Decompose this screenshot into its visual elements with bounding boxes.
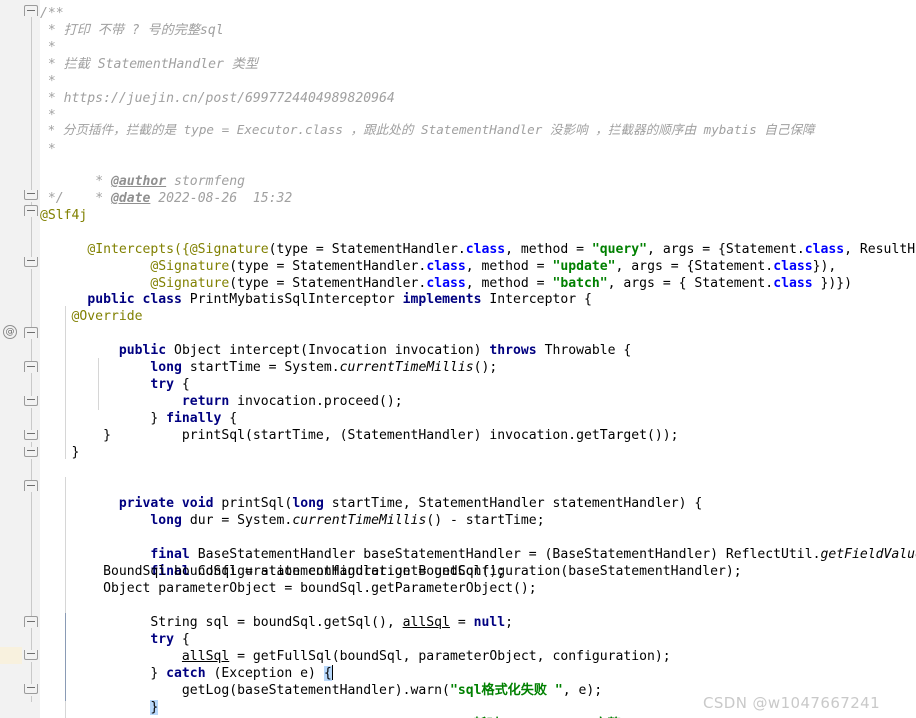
- code-folding-column[interactable]: [22, 0, 40, 718]
- code-line-text: * 拦截 StatementHandler 类型: [40, 57, 258, 72]
- caret-line-gutter-highlight: [0, 647, 22, 664]
- code-editor[interactable]: @ /** * 打印 不带 ? 号的完整sql * * 拦截 Statement…: [0, 0, 916, 718]
- code-line[interactable]: try {: [40, 614, 916, 647]
- code-line[interactable]: @Signature(type = StatementHandler.class…: [40, 258, 916, 291]
- code-line-text: * 分页插件，拦截的是 type = Executor.class ，跟此处的 …: [40, 122, 815, 137]
- code-line[interactable]: } finally {: [40, 393, 916, 426]
- code-line[interactable]: * https://juejin.cn/post/699772440498982…: [40, 90, 916, 107]
- code-line[interactable]: * @author stormfeng: [40, 156, 916, 189]
- code-line[interactable]: @Override: [40, 308, 916, 325]
- code-line[interactable]: * 拦截 StatementHandler 类型: [40, 56, 916, 73]
- class-name: PrintMybatisSqlInterceptor: [181, 292, 403, 307]
- code-line-text: *: [40, 40, 56, 55]
- code-line[interactable]: private void printSql(long startTime, St…: [40, 478, 916, 511]
- code-line[interactable]: String sql = boundSql.getSql(), allSql =…: [40, 597, 916, 630]
- var-decl: dur = System.: [181, 513, 293, 528]
- code-line[interactable]: printSql(startTime, (StatementHandler) i…: [40, 410, 916, 443]
- code-line[interactable]: @Intercepts({@Signature(type = Statement…: [40, 224, 916, 257]
- code-line[interactable]: getLog(baseStatementHandler).warn("sql格式…: [40, 665, 916, 698]
- fold-marker-printsql-method[interactable]: [24, 480, 39, 492]
- static-method-call: currentTimeMillis: [292, 513, 427, 528]
- code-line-text: Object parameterObject = boundSql.getPar…: [40, 581, 537, 596]
- code-line-text: BoundSql boundSql = statementHandler.get…: [40, 564, 506, 579]
- code-line[interactable]: allSql = getFullSql(boundSql, parameterO…: [40, 631, 916, 664]
- code-line[interactable]: try {: [40, 359, 916, 392]
- keyword-public: public class: [87, 292, 182, 307]
- fold-marker-catch-block[interactable]: [24, 650, 39, 662]
- fold-marker-javadoc-end[interactable]: [24, 190, 39, 202]
- override-method-icon[interactable]: @: [3, 325, 17, 339]
- csdn-watermark: CSDN @w1047667241: [703, 694, 881, 712]
- code-line-active[interactable]: } catch (Exception e) {: [40, 648, 916, 681]
- code-line[interactable]: *: [40, 39, 916, 56]
- annotation-slf4j: @Slf4j: [40, 208, 88, 223]
- code-line[interactable]: long dur = System.currentTimeMillis() - …: [40, 495, 916, 528]
- fold-marker-try-block[interactable]: [24, 361, 39, 373]
- code-line-text: }: [40, 428, 111, 443]
- interface-name: Interceptor {: [481, 292, 592, 307]
- code-line[interactable]: */: [40, 190, 916, 207]
- fold-marker-class-end[interactable]: [24, 257, 39, 269]
- fold-marker-catch-end[interactable]: [24, 684, 39, 696]
- fold-marker-javadoc[interactable]: [24, 5, 39, 17]
- keyword-implements: implements: [402, 292, 482, 307]
- code-line-text: * 打印 不带 ? 号的完整sql: [40, 23, 224, 38]
- code-line-text: *: [40, 74, 56, 89]
- code-line[interactable]: @Slf4j: [40, 207, 916, 224]
- code-line-text: }: [40, 445, 80, 460]
- code-content[interactable]: /** * 打印 不带 ? 号的完整sql * * 拦截 StatementHa…: [40, 0, 916, 718]
- code-line[interactable]: return invocation.proceed();: [40, 376, 916, 409]
- call-end: () - startTime;: [426, 513, 545, 528]
- fold-marker-finally-block[interactable]: [24, 396, 39, 408]
- code-line[interactable]: BoundSql boundSql = statementHandler.get…: [40, 563, 916, 580]
- code-line-text: * https://juejin.cn/post/699772440498982…: [40, 91, 395, 106]
- code-line-text: */: [40, 191, 64, 206]
- code-line[interactable]: * 打印 不带 ? 号的完整sql: [40, 22, 916, 39]
- fold-marker-annotations[interactable]: [24, 205, 39, 217]
- code-line[interactable]: final Configuration configuration = getC…: [40, 546, 916, 579]
- code-line[interactable]: * 分页插件，拦截的是 type = Executor.class ，跟此处的 …: [40, 121, 916, 138]
- code-line-text: /**: [40, 6, 64, 21]
- keyword-long: long: [150, 513, 182, 528]
- code-line[interactable]: }: [40, 444, 916, 461]
- fold-spine: [31, 10, 32, 702]
- code-line[interactable]: final BaseStatementHandler baseStatement…: [40, 529, 916, 562]
- code-line[interactable]: Object parameterObject = boundSql.getPar…: [40, 580, 916, 597]
- fold-marker-printsql-try[interactable]: [24, 616, 39, 628]
- fold-marker-intercept-method[interactable]: [24, 327, 39, 339]
- code-line[interactable]: public Object intercept(Invocation invoc…: [40, 325, 916, 358]
- code-line[interactable]: public class PrintMybatisSqlInterceptor …: [40, 274, 916, 307]
- code-line[interactable]: *: [40, 73, 916, 90]
- code-line[interactable]: }: [40, 427, 916, 444]
- fold-marker-try-end[interactable]: [24, 430, 39, 442]
- code-line[interactable]: @Signature(type = StatementHandler.class…: [40, 241, 916, 274]
- code-line[interactable]: /**: [40, 5, 916, 22]
- fold-marker-intercept-end[interactable]: [24, 447, 39, 459]
- editor-gutter[interactable]: @: [0, 0, 22, 718]
- code-line-text: *: [40, 142, 56, 157]
- code-line[interactable]: * @date 2022-08-26 15:32: [40, 173, 916, 206]
- annotation-override: @Override: [40, 309, 143, 324]
- code-line[interactable]: long startTime = System.currentTimeMilli…: [40, 342, 916, 375]
